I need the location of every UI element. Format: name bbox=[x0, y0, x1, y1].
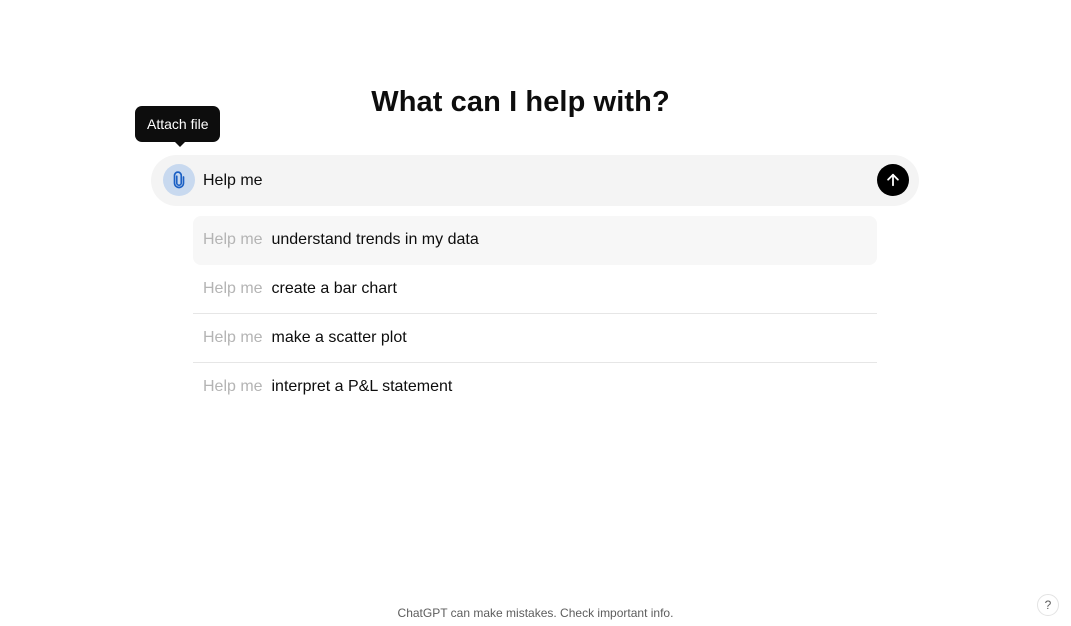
attach-file-button[interactable] bbox=[163, 164, 195, 196]
arrow-up-icon bbox=[884, 171, 902, 189]
help-button[interactable]: ? bbox=[1037, 594, 1059, 616]
attach-file-tooltip: Attach file bbox=[135, 106, 221, 142]
chat-home-page: What can I help with? Attach file Help m… bbox=[0, 0, 1071, 626]
tooltip-arrow bbox=[174, 141, 186, 147]
suggestion-item[interactable]: Help me create a bar chart bbox=[193, 265, 877, 314]
paperclip-icon bbox=[170, 171, 188, 189]
suggestion-text: interpret a P&L statement bbox=[271, 378, 453, 395]
suggestion-text: understand trends in my data bbox=[271, 231, 479, 248]
suggestion-text: create a bar chart bbox=[271, 280, 397, 297]
suggestion-list: Help me understand trends in my data Hel… bbox=[193, 216, 877, 412]
suggestion-item[interactable]: Help me interpret a P&L statement bbox=[193, 363, 877, 412]
suggestion-item[interactable]: Help me make a scatter plot bbox=[193, 314, 877, 363]
suggestion-prefix: Help me bbox=[203, 378, 268, 395]
message-composer: Help me bbox=[151, 155, 919, 206]
suggestion-item[interactable]: Help me understand trends in my data bbox=[193, 216, 877, 265]
prompt-input[interactable]: Help me bbox=[203, 155, 263, 206]
send-button[interactable] bbox=[877, 164, 909, 196]
suggestion-prefix: Help me bbox=[203, 329, 268, 346]
suggestion-prefix: Help me bbox=[203, 231, 268, 248]
suggestion-prefix: Help me bbox=[203, 280, 268, 297]
disclaimer-text: ChatGPT can make mistakes. Check importa… bbox=[397, 606, 674, 620]
suggestion-text: make a scatter plot bbox=[271, 329, 407, 346]
